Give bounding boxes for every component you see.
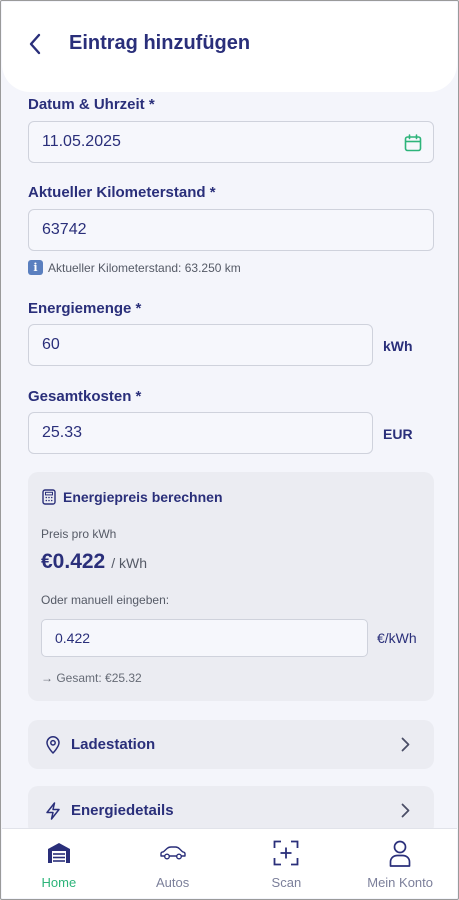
odometer-hint-text: Aktueller Kilometerstand: 63.250 km [48,260,241,275]
energy-field[interactable]: 60 [28,324,373,366]
chevron-right-icon [401,737,410,752]
chevron-left-icon [29,33,41,55]
odometer-label: Aktueller Kilometerstand * [28,184,216,201]
info-icon: i [28,260,43,275]
charging-station-row[interactable]: Ladestation [28,720,434,769]
cost-field[interactable]: 25.33 [28,412,373,454]
charging-station-label: Ladestation [71,736,156,753]
manual-price-input[interactable]: 0.422 [41,619,368,657]
energy-unit: kWh [383,338,413,354]
cost-unit: EUR [383,426,413,442]
nav-account-label: Mein Konto [367,875,433,890]
calculator-icon [42,489,56,505]
datetime-field[interactable]: 11.05.2025 [28,121,434,163]
odometer-value: 63742 [42,221,87,238]
user-icon [389,840,411,867]
energy-value: 60 [42,336,60,353]
scan-icon [273,840,299,866]
app-screen: Eintrag hinzufügen Datum & Uhrzeit * 11.… [0,0,459,900]
price-calculator-title-text: Energiepreis berechnen [63,489,223,505]
energy-details-label: Energiedetails [71,802,174,819]
price-calculator-title: Energiepreis berechnen [42,489,223,505]
cost-label: Gesamtkosten * [28,388,142,405]
car-icon [159,846,186,860]
nav-home[interactable]: Home [2,829,116,898]
calendar-icon[interactable] [404,134,422,152]
nav-cars[interactable]: Autos [116,829,230,898]
price-calculator-card: Energiepreis berechnen Preis pro kWh €0.… [28,472,434,701]
price-per-kwh: €0.422 / kWh [41,550,147,574]
page-title: Eintrag hinzufügen [69,32,251,54]
price-per-kwh-label: Preis pro kWh [41,527,117,541]
odometer-field[interactable]: 63742 [28,209,434,251]
lightning-icon [46,801,60,820]
odometer-hint: i Aktueller Kilometerstand: 63.250 km [28,260,241,275]
bottom-navigation: Home Autos Scan Mein Konto [2,828,457,898]
manual-price-value: 0.422 [55,630,91,646]
nav-account[interactable]: Mein Konto [343,829,457,898]
energy-label: Energiemenge * [28,300,142,317]
datetime-label: Datum & Uhrzeit * [28,96,155,113]
header: Eintrag hinzufügen [2,2,457,92]
nav-scan[interactable]: Scan [230,829,344,898]
nav-home-label: Home [41,875,77,890]
back-button[interactable] [22,30,48,58]
price-per-kwh-unit: / kWh [111,555,148,571]
datetime-value: 11.05.2025 [42,133,121,150]
chevron-right-icon [401,803,410,818]
home-garage-icon [47,843,70,863]
nav-scan-label: Scan [271,875,302,890]
calculated-total: → Gesamt: €25.32 [41,671,142,685]
cost-value: 25.33 [42,424,83,441]
price-per-kwh-value: €0.422 [41,550,106,573]
manual-entry-label: Oder manuell eingeben: [41,593,170,607]
nav-cars-label: Autos [156,875,190,890]
manual-price-unit: €/kWh [377,630,417,646]
location-pin-icon [46,735,60,754]
